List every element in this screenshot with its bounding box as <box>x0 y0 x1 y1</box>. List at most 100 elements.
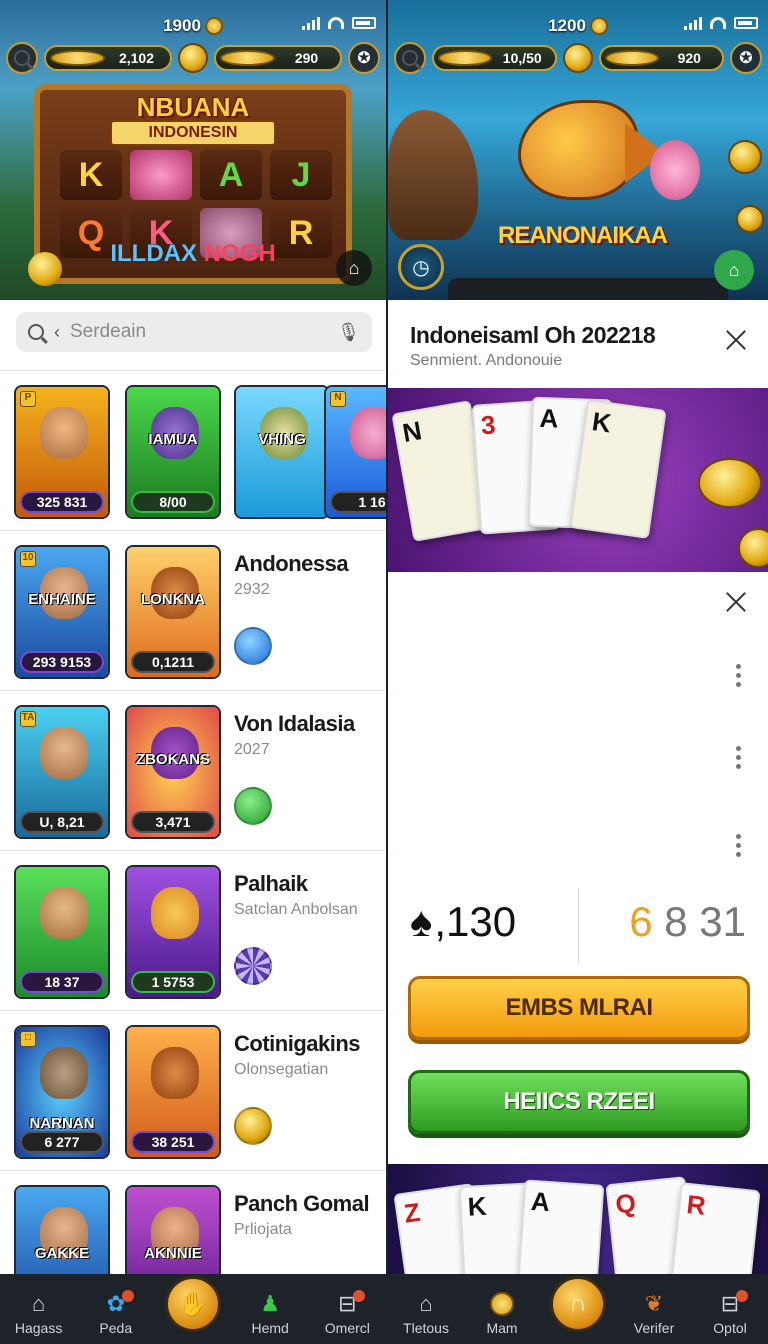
settings-button[interactable]: ✪ <box>348 42 380 74</box>
wifi-icon <box>328 17 344 29</box>
stat-right: 6 8 31 <box>629 898 746 946</box>
lock-button[interactable]: ⌂ <box>714 250 754 290</box>
game-thumbnail[interactable]: IAMUA 8/00 <box>125 385 221 519</box>
coin-icon <box>698 458 762 508</box>
coin-balance-pill[interactable]: 2,102 <box>44 45 172 71</box>
game-score-badge: 38 251 <box>131 1131 215 1153</box>
more-icon[interactable] <box>736 664 742 687</box>
game-thumbnail[interactable]: N 1 16 <box>324 385 386 519</box>
game-info: Von Idalasia 2027 <box>234 711 384 759</box>
coin-icon[interactable] <box>28 252 62 286</box>
home-icon: ⌂ <box>419 1291 433 1316</box>
nav-label: Verifer <box>633 1320 675 1336</box>
nav-item-center[interactable]: ✋ <box>157 1276 229 1336</box>
fishing-hero-banner[interactable]: 1200 10,/50 920 ✪ REANONAIKAA ◷ ⌂ <box>388 0 768 300</box>
close-icon[interactable] <box>724 590 748 614</box>
game-thumbnail[interactable]: ZBOKANS 3,471 <box>125 705 221 839</box>
game-thumbnail[interactable]: 18 37 <box>14 865 110 999</box>
card-promo-banner[interactable]: Z K A Q R <box>388 1164 768 1274</box>
game-thumbnail[interactable]: VHING <box>234 385 330 519</box>
home-icon: ⌂ <box>31 1291 46 1316</box>
nav-item-options[interactable]: ⊟ Optol <box>694 1290 766 1336</box>
slot-subtitle: INDONESIN <box>110 120 276 146</box>
game-subtitle: Olonsegatian <box>234 1061 329 1078</box>
nav-item-puzzle[interactable]: ✿ Peda <box>80 1290 152 1336</box>
bottom-nav: ⌂ Tletous Mam ∩ ❦ Verifer ⊟ Optol <box>388 1274 768 1344</box>
back-icon: ‹ <box>54 321 60 342</box>
nav-label: Mam <box>486 1320 518 1336</box>
game-thumbnail[interactable]: 38 251 <box>125 1025 221 1159</box>
signal-icon <box>302 16 320 30</box>
clock-icon: ◷ <box>412 256 430 279</box>
notification-dot <box>353 1290 366 1302</box>
game-title: Palhaik <box>234 871 308 896</box>
search-button[interactable] <box>394 42 426 74</box>
game-label: IAMUA <box>148 431 198 448</box>
nav-label: Peda <box>99 1320 133 1336</box>
search-input[interactable]: ‹ Serdeain 🎙 <box>16 312 372 352</box>
gem-balance-pill[interactable]: 920 <box>599 45 724 71</box>
game-thumbnail[interactable]: □ NARNAN 6 277 <box>14 1025 110 1159</box>
nav-item-home[interactable]: ⌂ Hagass <box>3 1291 75 1336</box>
settings-button[interactable]: ✪ <box>730 42 762 74</box>
nav-item-center[interactable]: ∩ <box>542 1276 614 1336</box>
nav-item-verifier[interactable]: ❦ Verifer <box>618 1291 690 1336</box>
green-token-icon <box>234 787 272 825</box>
timer-button[interactable]: ◷ <box>398 244 444 290</box>
game-info: Andonessa 2932 <box>234 551 384 599</box>
lock-icon: ⌂ <box>728 259 740 280</box>
nav-item-home[interactable]: ⌂ Tletous <box>390 1291 462 1336</box>
game-row[interactable]: 18 37 1 5753 Palhaik Satclan Anbolsan <box>0 850 386 1010</box>
signal-icon <box>684 16 702 30</box>
slot-title: NBUANA <box>136 92 250 122</box>
gold-coin-icon[interactable] <box>178 43 208 73</box>
lock-button[interactable]: ⌂ <box>336 250 372 286</box>
game-thumbnail[interactable]: 10 ENHAINE 293 9153 <box>14 545 110 679</box>
game-thumbnail[interactable]: 1 5753 <box>125 865 221 999</box>
slot-machine[interactable]: NBUANA INDONESIN K A J Q K R ILLDAX NOGH <box>34 84 352 284</box>
left-screen: 1900 2,102 290 ✪ NBUANA INDONESIN K A J … <box>0 0 386 1344</box>
search-icon <box>14 50 30 66</box>
more-icon[interactable] <box>736 834 742 857</box>
detail-subtitle: Senmient. Andonouie <box>410 352 563 369</box>
game-subtitle: Prliojata <box>234 1221 292 1238</box>
game-thumbnail[interactable]: LONKNA 0,1211 <box>125 545 221 679</box>
status-bar: 1200 <box>388 10 768 40</box>
search-button[interactable] <box>6 42 38 74</box>
reel-symbol: A <box>200 150 262 200</box>
coin-icon <box>728 140 762 174</box>
primary-button[interactable]: EMBS MLRAI <box>408 976 750 1040</box>
more-icon[interactable] <box>736 746 742 769</box>
slot-hero-banner[interactable]: 1900 2,102 290 ✪ NBUANA INDONESIN K A J … <box>0 0 386 300</box>
close-icon[interactable] <box>724 328 748 352</box>
mic-icon[interactable]: 🎙 <box>337 322 360 343</box>
nav-item-inbox[interactable]: ⊟ Omercl <box>311 1290 383 1336</box>
secondary-button[interactable]: HEIICS RZEEI <box>408 1070 750 1134</box>
stat-divider <box>578 888 579 964</box>
stat-left-value: ,130 <box>434 898 517 945</box>
gem-balance-pill[interactable]: 290 <box>214 45 342 71</box>
game-score-badge: 1 5753 <box>131 971 215 993</box>
game-label: VHING <box>258 431 306 448</box>
game-label: ZBOKANS <box>135 751 211 768</box>
game-row[interactable]: TA U, 8,21 ZBOKANS 3,471 Von Idalasia 20… <box>0 690 386 850</box>
stats-panel: ♠ ,130 6 8 31 <box>388 888 768 972</box>
game-score-badge: 8/00 <box>131 491 215 513</box>
gold-coin-icon[interactable] <box>563 43 593 73</box>
gem-balance: 290 <box>294 50 319 66</box>
nav-item-profile[interactable]: ♟ Hemd <box>234 1291 306 1336</box>
system-icons <box>684 16 758 30</box>
coin-balance-pill[interactable]: 10,/50 <box>432 45 557 71</box>
game-thumbnail[interactable]: TA U, 8,21 <box>14 705 110 839</box>
nav-item-coins[interactable]: Mam <box>466 1292 538 1336</box>
game-row[interactable]: □ NARNAN 6 277 38 251 Cotinigakins Olons… <box>0 1010 386 1170</box>
gold-coin-icon <box>234 1107 272 1145</box>
card-game-banner[interactable]: N 3 A K <box>388 388 768 572</box>
game-row[interactable]: 10 ENHAINE 293 9153 LONKNA 0,1211 Andone… <box>0 530 386 690</box>
search-icon <box>402 50 418 66</box>
nav-label: Tletous <box>403 1320 449 1336</box>
game-score-badge: 1 16 <box>330 491 386 513</box>
game-thumbnail[interactable]: P 325 831 <box>14 385 110 519</box>
slot-footer-a: ILLDAX <box>110 240 197 267</box>
nav-label: Optol <box>713 1320 747 1336</box>
